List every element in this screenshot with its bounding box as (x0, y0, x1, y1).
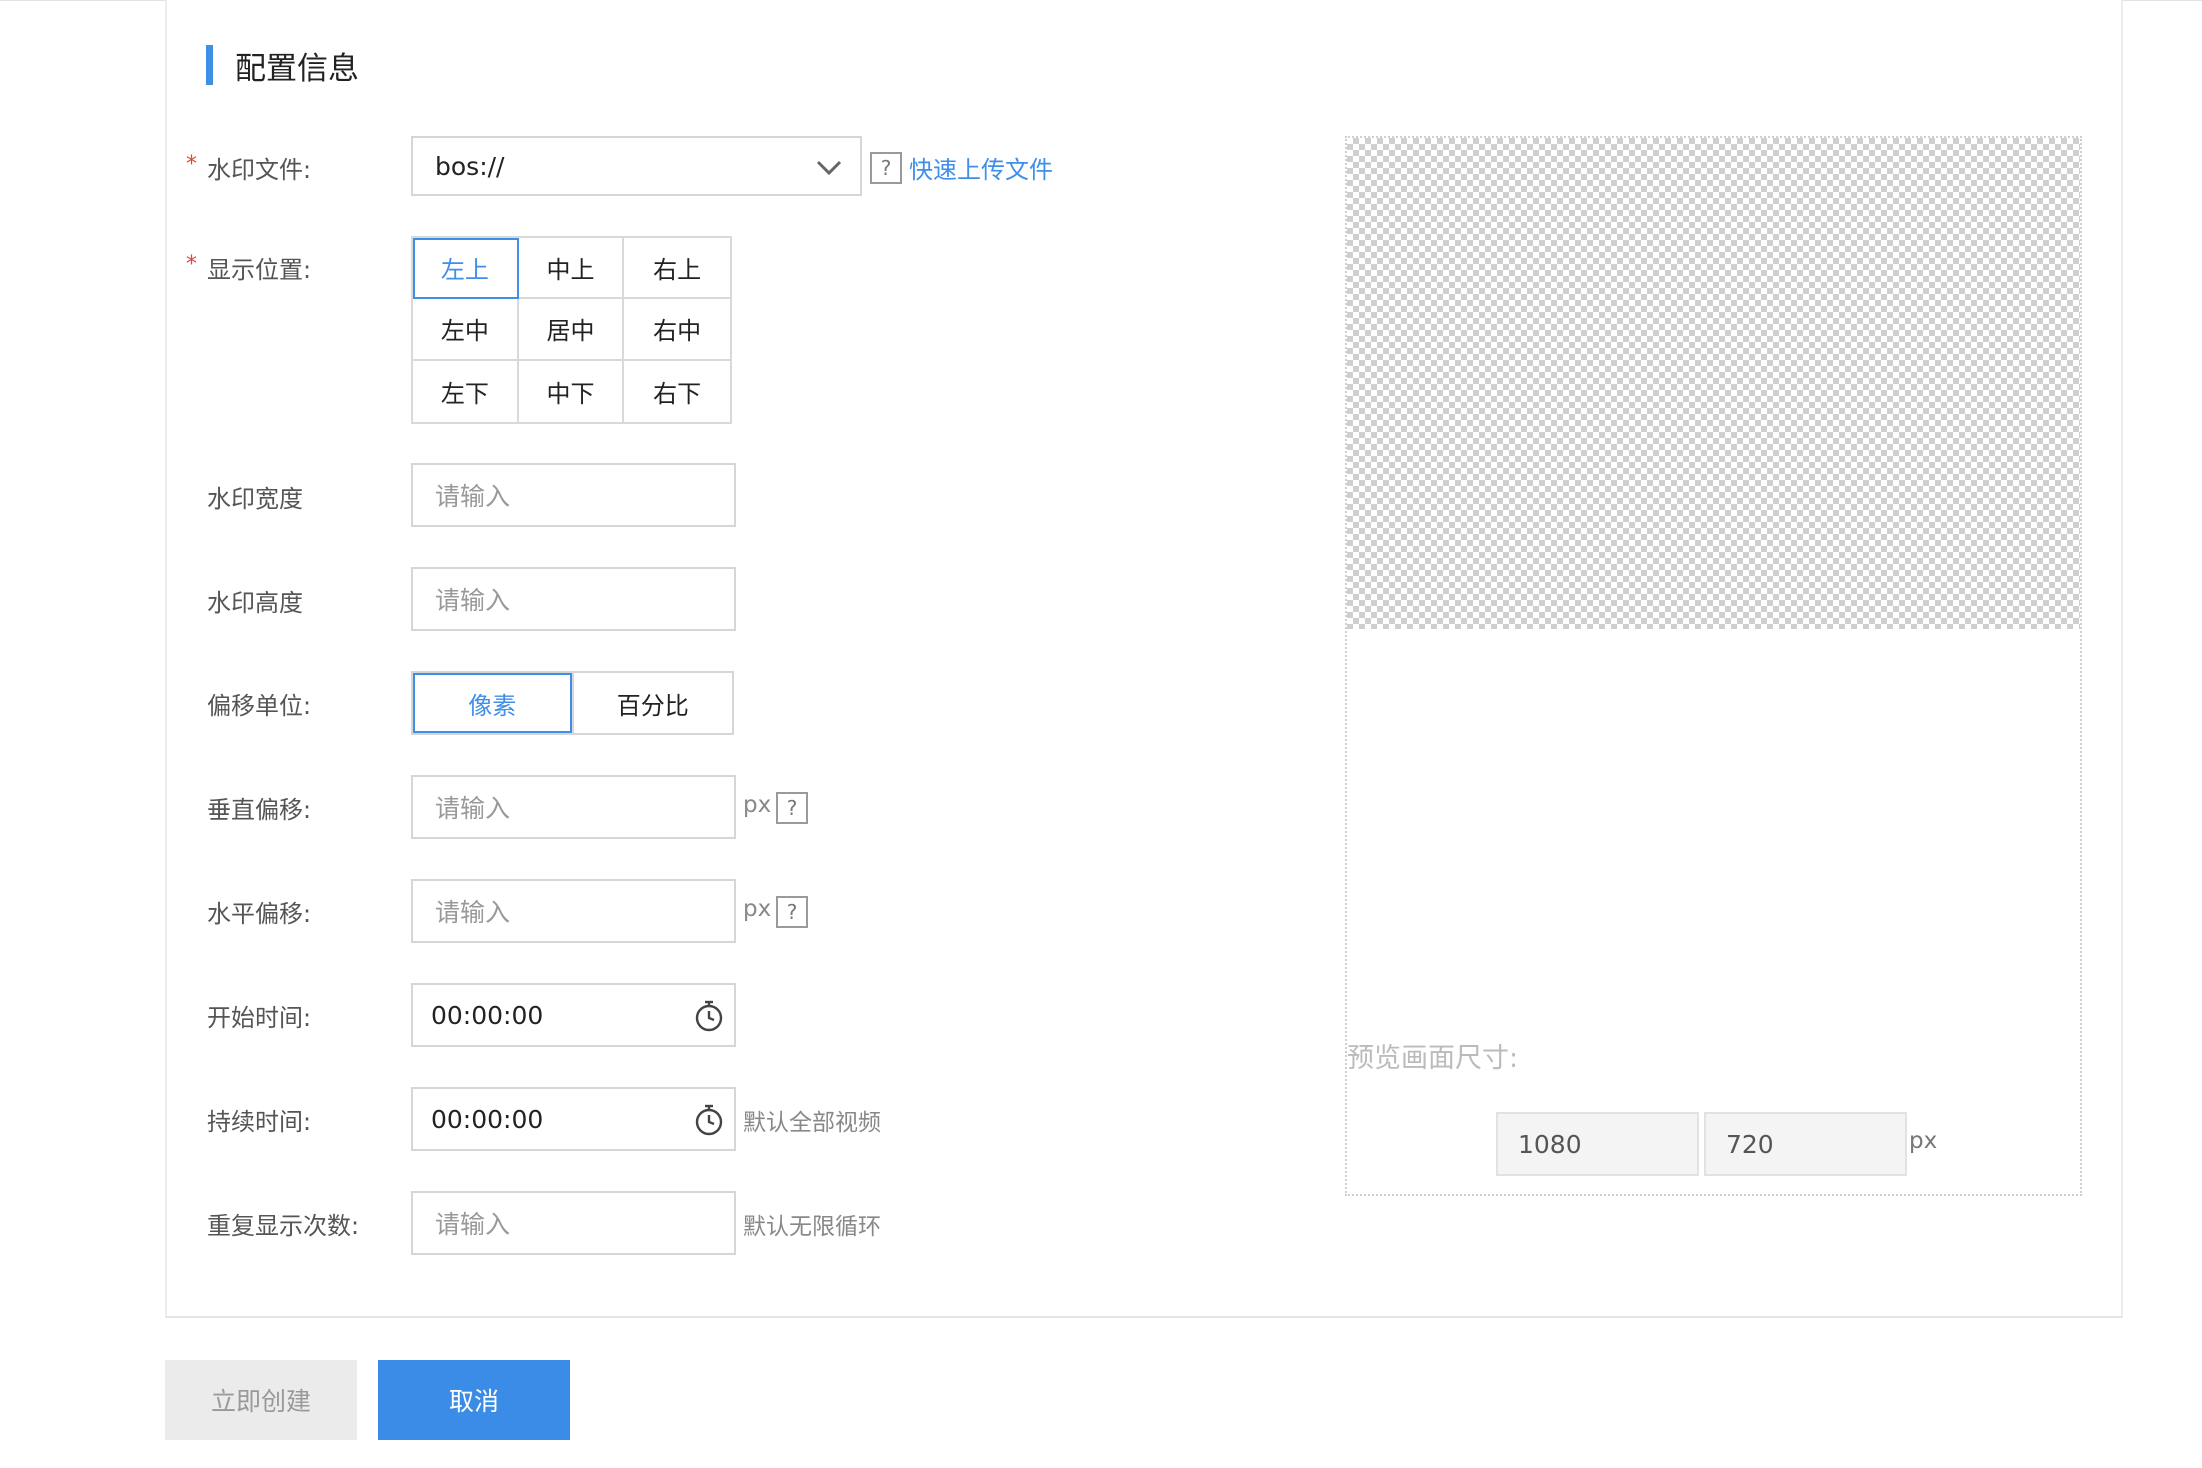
position-option-bottom-left[interactable]: 左下 (413, 360, 519, 422)
preview-width-input[interactable]: 1080 (1496, 1112, 1699, 1176)
repeat-hint: 默认无限循环 (743, 1214, 881, 1240)
start-time-input[interactable]: 00:00:00 (411, 983, 736, 1047)
position-option-top-left[interactable]: 左上 (413, 238, 519, 300)
preview-height-input[interactable]: 720 (1704, 1112, 1907, 1176)
width-label: 水印宽度 (207, 485, 303, 513)
help-icon[interactable]: ? (776, 896, 808, 928)
duration-input[interactable]: 00:00:00 (411, 1087, 736, 1151)
vertical-offset-unit: px (743, 792, 772, 818)
repeat-input[interactable]: 请输入 (411, 1191, 736, 1255)
cancel-button[interactable]: 取消 (378, 1360, 570, 1440)
help-icon[interactable]: ? (870, 152, 902, 184)
preview-size-label: 预览画面尺寸: (1347, 1043, 1519, 1074)
position-option-top-center[interactable]: 中上 (518, 238, 625, 300)
chevron-down-icon (816, 160, 842, 176)
watermark-preview-area (1347, 138, 2080, 629)
preview-height-value: 720 (1726, 1129, 1774, 1159)
horizontal-offset-unit: px (743, 896, 772, 922)
width-placeholder: 请输入 (435, 482, 511, 511)
required-marker: * (186, 152, 197, 177)
position-option-middle-right[interactable]: 右中 (624, 299, 730, 361)
horizontal-offset-input[interactable]: 请输入 (411, 879, 736, 943)
page: 配置信息 * 水印文件: bos:// ? 快速上传文件 * 显示位置: 左上 … (0, 0, 2202, 1468)
quick-upload-link[interactable]: 快速上传文件 (909, 150, 1053, 185)
watermark-file-label: 水印文件: (207, 156, 312, 184)
repeat-label: 重复显示次数: (207, 1212, 360, 1240)
repeat-placeholder: 请输入 (435, 1210, 511, 1239)
watermark-file-value: bos:// (435, 151, 505, 181)
stopwatch-icon[interactable] (692, 1103, 726, 1137)
start-time-value: 00:00:00 (431, 1000, 544, 1030)
horizontal-offset-label: 水平偏移: (207, 900, 312, 928)
start-time-label: 开始时间: (207, 1004, 312, 1032)
position-option-middle-left[interactable]: 左中 (413, 299, 519, 361)
offset-unit-toggle: 像素 百分比 (411, 671, 734, 735)
position-option-center[interactable]: 居中 (518, 299, 625, 361)
help-icon[interactable]: ? (776, 792, 808, 824)
width-input[interactable]: 请输入 (411, 463, 736, 527)
position-option-bottom-right[interactable]: 右下 (624, 360, 730, 422)
position-option-top-right[interactable]: 右上 (624, 238, 730, 300)
section-header: 配置信息 (206, 44, 359, 87)
section-title: 配置信息 (235, 50, 359, 87)
vertical-offset-input[interactable]: 请输入 (411, 775, 736, 839)
horizontal-offset-placeholder: 请输入 (435, 898, 511, 927)
section-accent-bar (206, 45, 213, 85)
preview-panel: 预览画面尺寸: 1080 720 px (1345, 136, 2082, 1196)
position-label: 显示位置: (207, 256, 312, 284)
vertical-offset-label: 垂直偏移: (207, 796, 312, 824)
vertical-offset-placeholder: 请输入 (435, 794, 511, 823)
create-button[interactable]: 立即创建 (165, 1360, 357, 1440)
required-marker: * (186, 252, 197, 277)
offset-unit-pixel[interactable]: 像素 (413, 673, 572, 733)
preview-unit: px (1909, 1128, 1938, 1154)
stopwatch-icon[interactable] (692, 999, 726, 1033)
position-grid: 左上 中上 右上 左中 居中 右中 左下 中下 右下 (411, 236, 732, 424)
watermark-file-select[interactable]: bos:// (411, 136, 862, 196)
height-label: 水印高度 (207, 589, 303, 617)
offset-unit-label: 偏移单位: (207, 692, 312, 720)
offset-unit-percent[interactable]: 百分比 (571, 673, 732, 733)
height-input[interactable]: 请输入 (411, 567, 736, 631)
preview-width-value: 1080 (1518, 1129, 1582, 1159)
position-option-bottom-center[interactable]: 中下 (518, 360, 625, 422)
duration-label: 持续时间: (207, 1108, 312, 1136)
duration-hint: 默认全部视频 (743, 1110, 881, 1136)
duration-value: 00:00:00 (431, 1104, 544, 1134)
height-placeholder: 请输入 (435, 586, 511, 615)
